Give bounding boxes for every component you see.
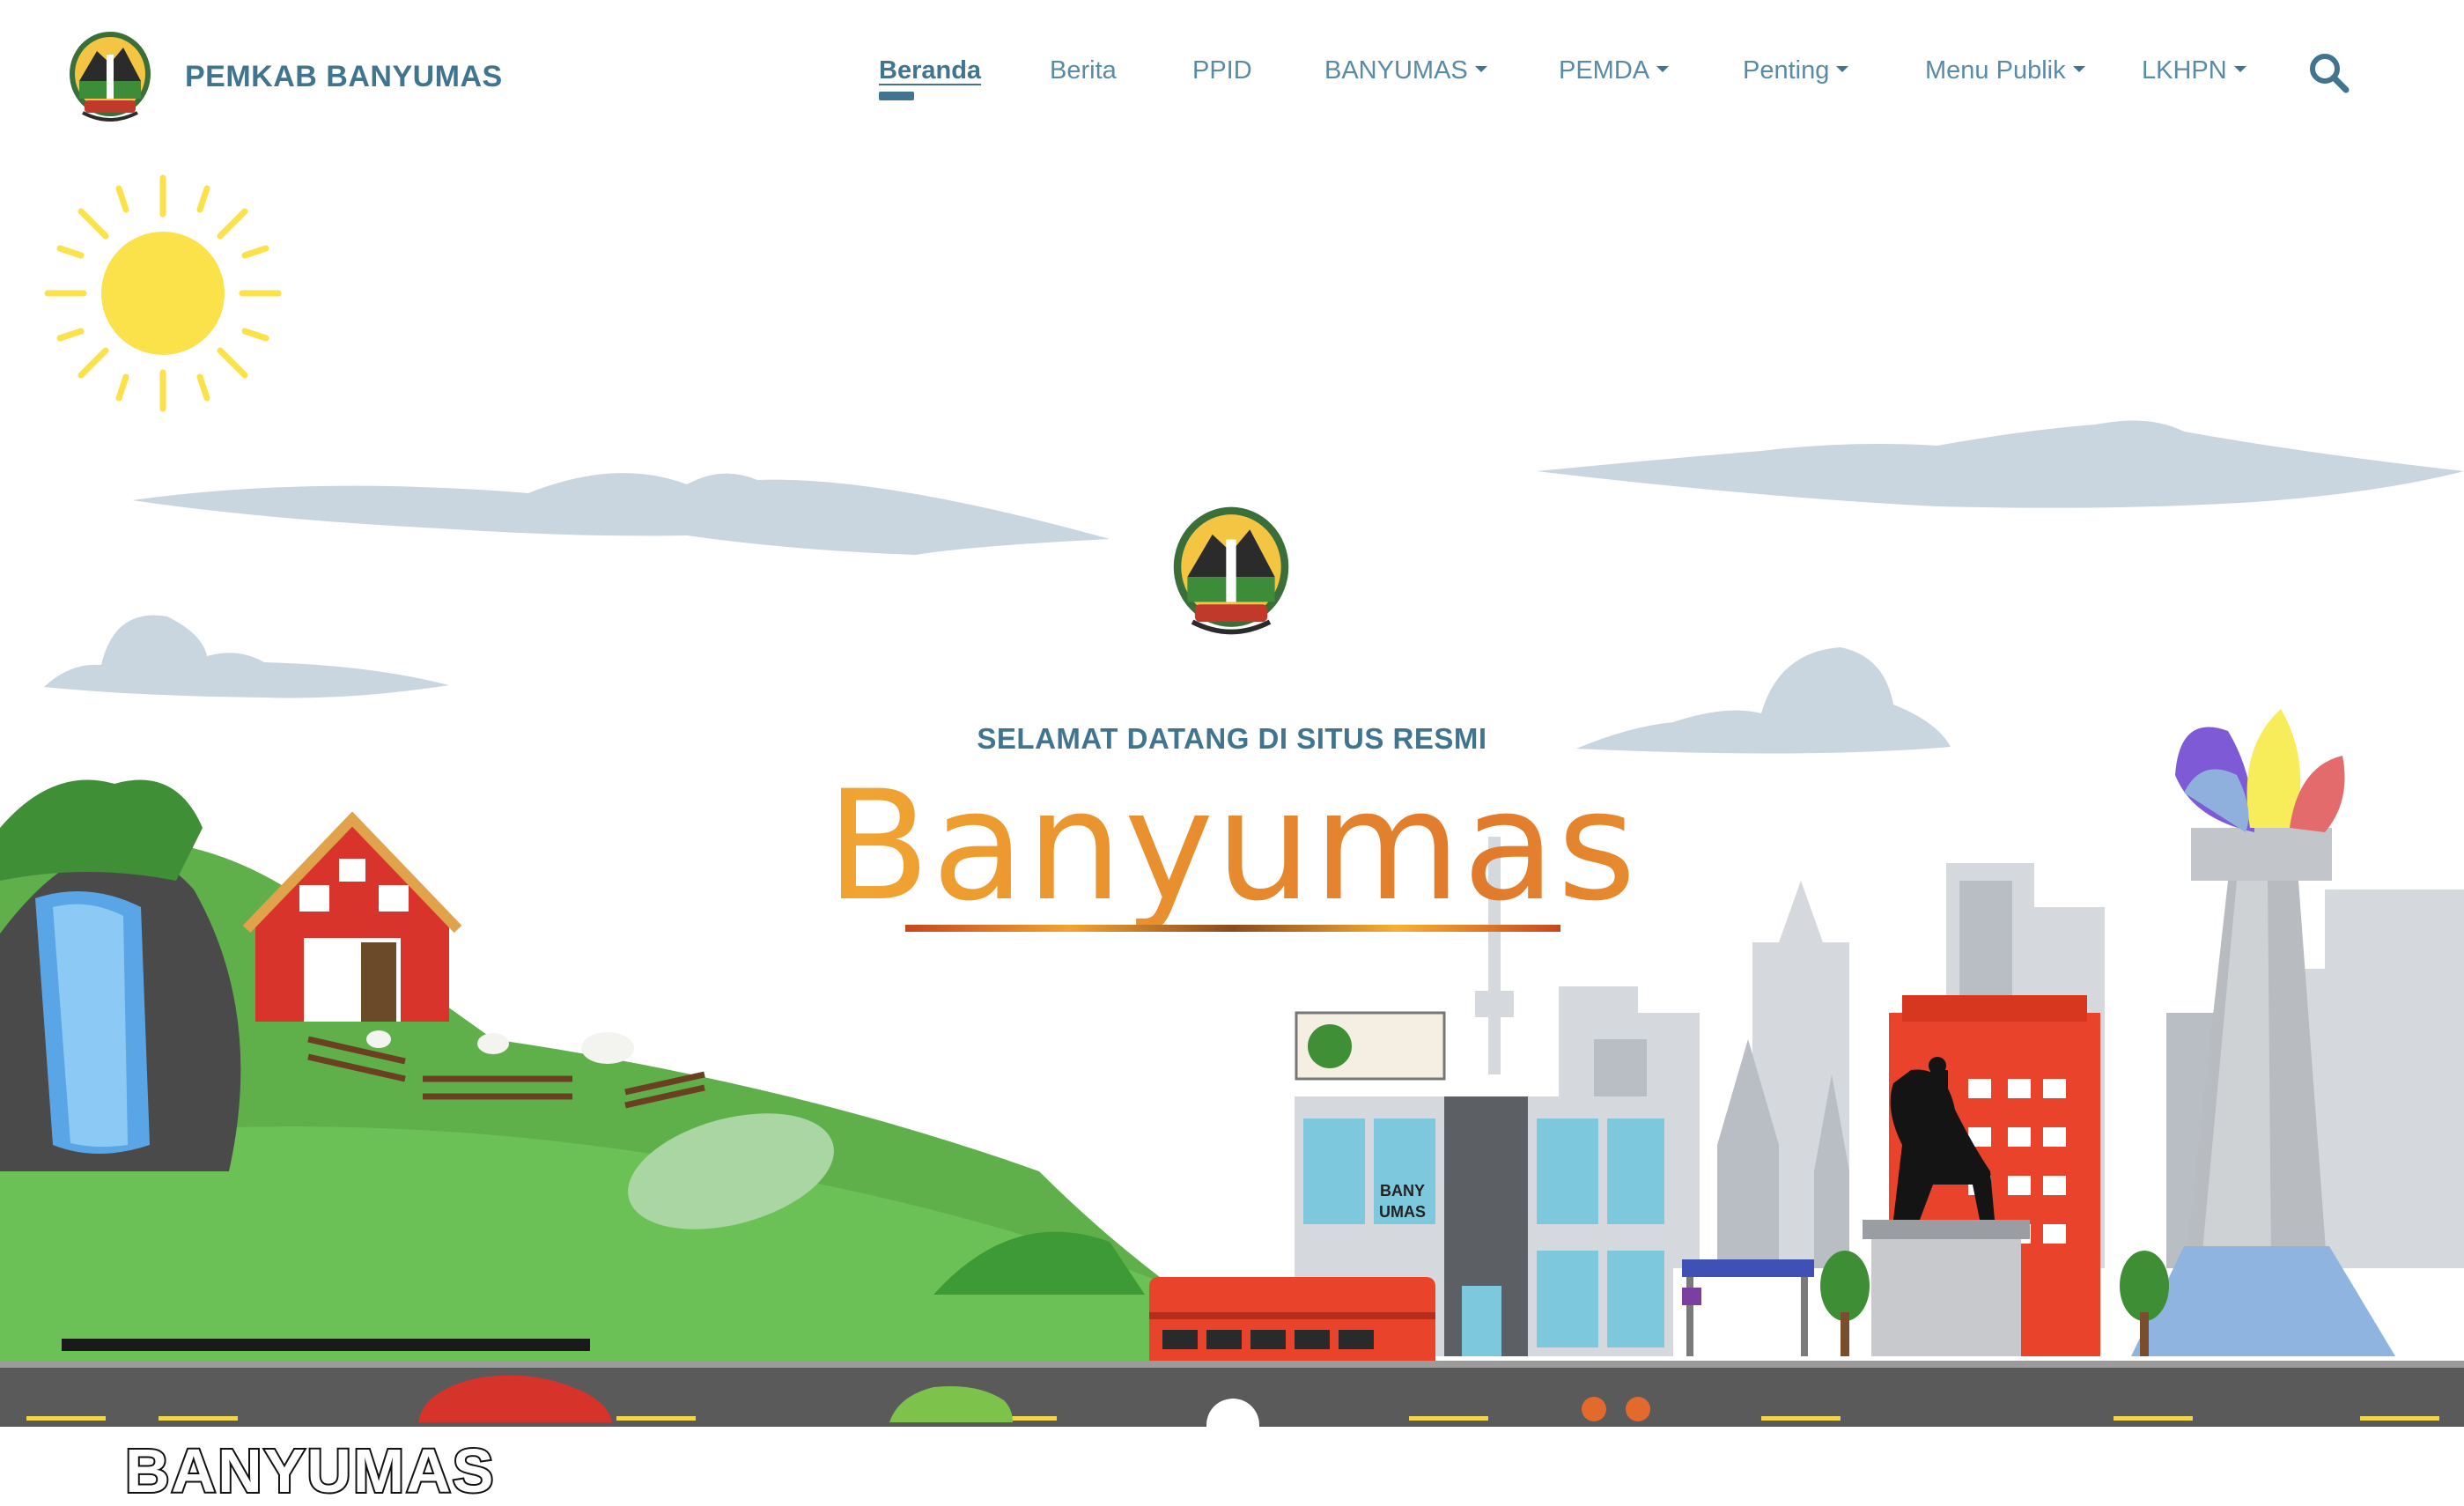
bus-stop — [1682, 1259, 1814, 1356]
nav-active-indicator — [879, 92, 914, 100]
nav-beranda[interactable]: Beranda — [879, 56, 981, 85]
nav-lkhpn-dropdown[interactable]: LKHPN — [2142, 56, 2246, 85]
banyumas-banner: BANYUMAS — [123, 1435, 496, 1506]
nav-penting-label: Penting — [1743, 56, 1830, 85]
title-underline — [905, 925, 1560, 932]
billboard-line1: BANY — [1379, 1182, 1425, 1200]
regency-emblem-icon — [70, 32, 151, 122]
nav-banyumas-label: BANYUMAS — [1324, 56, 1468, 85]
welcome-subtitle: SELAMAT DATANG DI SITUS RESMI — [977, 722, 1487, 755]
nav-ppid[interactable]: PPID — [1192, 56, 1252, 85]
billboard-line2: UMAS — [1379, 1203, 1426, 1221]
caret-down-icon — [1656, 65, 1670, 72]
banner-base — [62, 1339, 590, 1351]
caret-down-icon — [1474, 65, 1487, 72]
brand[interactable]: PEMKAB BANYUMAS — [67, 28, 503, 125]
sun-icon — [44, 174, 282, 412]
nav-pemda-label: PEMDA — [1559, 56, 1650, 85]
nav-lkhpn-label: LKHPN — [2142, 56, 2227, 85]
regency-emblem-icon — [1173, 506, 1289, 635]
brand-name: PEMKAB BANYUMAS — [185, 59, 503, 93]
hero-title: Banyumas — [0, 757, 2464, 934]
caret-down-icon — [1836, 65, 1849, 72]
nav-berita[interactable]: Berita — [1050, 56, 1117, 85]
nav-pemda-dropdown[interactable]: PEMDA — [1559, 56, 1670, 85]
billboard-sign: BANY UMAS — [1379, 1180, 1426, 1222]
nav-menu-publik-label: Menu Publik — [1925, 56, 2066, 85]
nav-penting-dropdown[interactable]: Penting — [1743, 56, 1849, 85]
nav-menu-publik-dropdown[interactable]: Menu Publik — [1925, 56, 2085, 85]
nav-banyumas-dropdown[interactable]: BANYUMAS — [1324, 56, 1487, 85]
search-icon[interactable] — [2307, 51, 2351, 95]
caret-down-icon — [2233, 65, 2246, 72]
navbar: PEMKAB BANYUMAS Beranda Berita PPID BANY… — [0, 0, 2464, 150]
hero-section: SELAMAT DATANG DI SITUS RESMI Banyumas B… — [0, 150, 2464, 1506]
caret-down-icon — [2072, 65, 2085, 72]
